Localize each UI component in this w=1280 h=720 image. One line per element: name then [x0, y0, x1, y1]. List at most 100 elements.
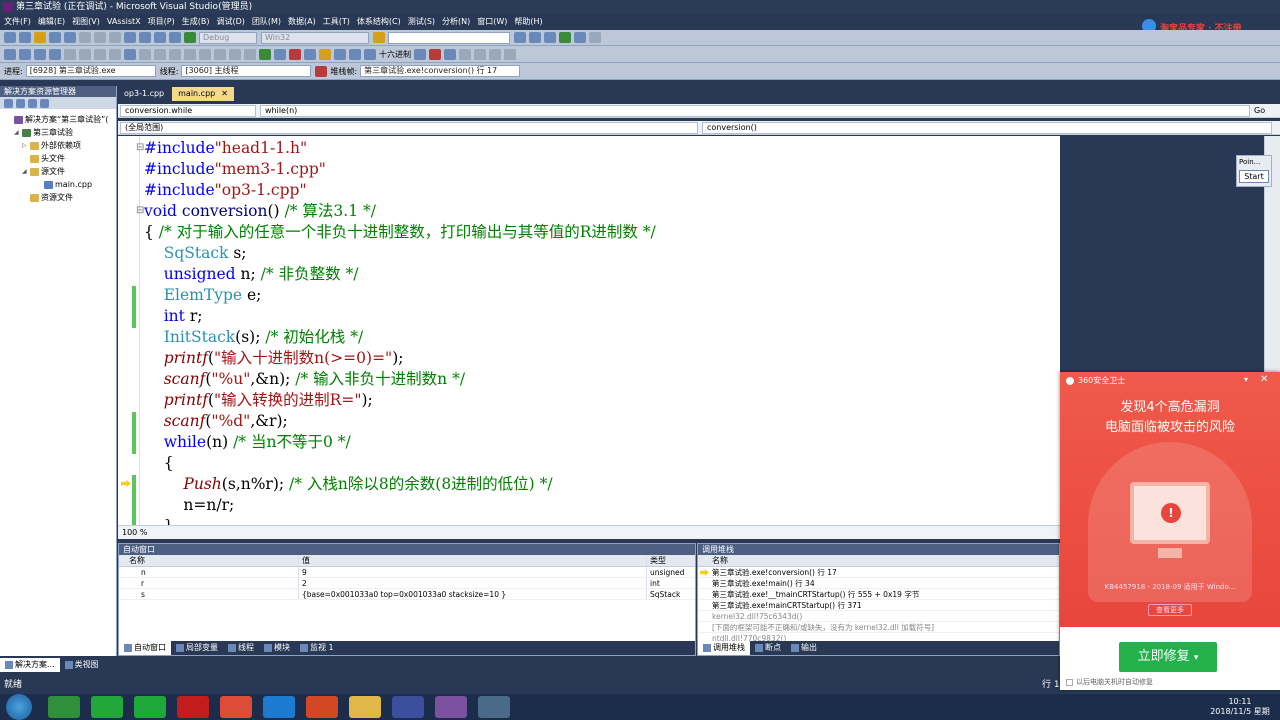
taskbar-powerpoint-icon[interactable] — [306, 696, 338, 718]
popup-more-button[interactable]: 查看更多 — [1148, 604, 1192, 616]
tab-solution-explorer[interactable]: 解决方案... — [0, 658, 60, 672]
tree-item-solution[interactable]: 解决方案“第三章试验”( — [0, 113, 116, 126]
copy-icon[interactable] — [94, 32, 106, 43]
taskbar-video-player-icon[interactable] — [177, 696, 209, 718]
popup-close-icon[interactable]: ✕ — [1260, 374, 1268, 385]
layout-icon-5[interactable] — [199, 48, 211, 60]
menu-test[interactable]: 测试(S) — [408, 14, 435, 30]
hex-display-toggle[interactable]: 十六进制 — [379, 49, 411, 60]
outdent-icon[interactable] — [79, 48, 91, 60]
menu-view[interactable]: 视图(V) — [72, 14, 100, 30]
auto-repair-checkbox[interactable]: 以后电脑关机时自动修复 — [1066, 677, 1153, 687]
paste-icon[interactable] — [109, 32, 121, 43]
debug-layout-icon-3[interactable] — [489, 48, 501, 60]
continue-debug-icon[interactable] — [259, 48, 271, 60]
checkbox-box[interactable] — [1066, 678, 1073, 686]
menu-architecture[interactable]: 体系结构(C) — [357, 14, 401, 30]
stack-frame-select[interactable]: 第三章试验.exe!conversion() 行 17 — [360, 65, 521, 77]
step-into-icon[interactable] — [334, 48, 346, 60]
comment-icon[interactable] — [94, 48, 106, 60]
popup-menu-icon[interactable]: ▾ — [1244, 375, 1248, 384]
menu-team[interactable]: 团队(M) — [252, 14, 281, 30]
undo-icon[interactable] — [124, 32, 136, 43]
tree-item-project[interactable]: ◢ 第三章试验 — [0, 126, 116, 139]
continue-icon[interactable] — [184, 32, 196, 43]
start-button-icon[interactable] — [6, 694, 32, 720]
menu-vassistx[interactable]: VAssistX — [107, 14, 141, 30]
uncomment-icon[interactable] — [109, 48, 121, 60]
toolbar-options-icon[interactable] — [589, 32, 601, 43]
scope-select[interactable]: (全局范围) — [120, 121, 698, 134]
start-page-icon[interactable] — [574, 32, 586, 43]
tree-item-source-files[interactable]: ◢ 源文件 — [0, 165, 116, 178]
table-row[interactable]: r 2 int — [119, 578, 695, 589]
layout-icon-6[interactable] — [214, 48, 226, 60]
taskbar-chrome-icon[interactable] — [220, 696, 252, 718]
solution-explorer-icon[interactable] — [529, 32, 541, 43]
layout-icon-1[interactable] — [139, 48, 151, 60]
properties-icon[interactable] — [4, 98, 13, 108]
taskbar-console-icon[interactable] — [478, 696, 510, 718]
code-editor[interactable]: ⊟ ⊟ #include"head1-1.h" #include"mem3-1.… — [118, 136, 1060, 525]
add-item-icon[interactable] — [19, 32, 31, 43]
list-item[interactable]: kernel32.dll!75c6343d() — [698, 611, 1059, 622]
refresh-icon[interactable] — [28, 98, 37, 108]
step-out-icon[interactable] — [364, 48, 376, 60]
step-over-icon[interactable] — [349, 48, 361, 60]
restart-icon[interactable] — [304, 48, 316, 60]
find-in-files-icon[interactable] — [514, 32, 526, 43]
list-item[interactable]: 第三章试验.exe!conversion() 行 17 — [698, 567, 1059, 578]
menu-data[interactable]: 数据(A) — [288, 14, 316, 30]
member-select[interactable]: conversion() — [702, 121, 1272, 134]
go-button[interactable]: Go — [1254, 106, 1265, 115]
list-item[interactable]: 第三章试验.exe!mainCRTStartup() 行 371 — [698, 600, 1059, 611]
system-clock[interactable]: 10:11 2018/11/5 星期一 — [1210, 697, 1270, 720]
open-file-icon[interactable] — [34, 32, 46, 43]
tab-breakpoints[interactable]: 断点 — [750, 641, 786, 655]
debug-layout-icon-1[interactable] — [459, 48, 471, 60]
menu-file[interactable]: 文件(F) — [4, 14, 31, 30]
list-item[interactable]: 第三章试验.exe!__tmainCRTStartup() 行 555 + 0x… — [698, 589, 1059, 600]
points-start-button[interactable]: Start — [1239, 170, 1269, 183]
definition-select[interactable]: while(n) — [260, 104, 1250, 117]
debug-layout-icon-2[interactable] — [474, 48, 486, 60]
word-complete-icon[interactable] — [49, 48, 61, 60]
properties-icon[interactable] — [544, 32, 556, 43]
layout-icon-8[interactable] — [244, 48, 256, 60]
menu-edit[interactable]: 编辑(E) — [38, 14, 65, 30]
table-row[interactable]: n 9 unsigned — [119, 567, 695, 578]
parameter-info-icon[interactable] — [34, 48, 46, 60]
show-next-statement-icon[interactable] — [319, 48, 331, 60]
tab-op3-1-cpp[interactable]: op3-1.cpp — [118, 87, 170, 101]
context-select[interactable]: conversion.while — [120, 104, 256, 117]
thread-select[interactable]: [3060] 主线程 — [181, 65, 312, 77]
tab-class-view[interactable]: 类视图 — [60, 658, 104, 672]
call-stack-header[interactable]: 名称 — [698, 555, 1059, 567]
taskbar-360-icon[interactable] — [134, 696, 166, 718]
zoom-level[interactable]: 100 % — [122, 528, 147, 537]
navigate-forward-icon[interactable] — [169, 32, 181, 43]
solution-config-select[interactable]: Debug — [199, 31, 257, 44]
debug-layout-icon-4[interactable] — [504, 48, 516, 60]
save-all-icon[interactable] — [64, 32, 76, 43]
show-all-files-icon[interactable] — [16, 98, 25, 108]
tab-output[interactable]: 输出 — [786, 641, 822, 655]
stop-debugging-icon[interactable] — [289, 48, 301, 60]
layout-icon-7[interactable] — [229, 48, 241, 60]
tab-call-stack[interactable]: 调用堆栈 — [698, 641, 750, 655]
quick-info-icon[interactable] — [19, 48, 31, 60]
tab-autos[interactable]: 自动窗口 — [119, 641, 171, 655]
save-icon[interactable] — [49, 32, 61, 43]
editor-gutter[interactable] — [118, 136, 140, 525]
tab-watch-1[interactable]: 监视 1 — [295, 641, 339, 655]
tab-threads[interactable]: 线程 — [223, 641, 259, 655]
taskbar-visual-studio-icon[interactable] — [435, 696, 467, 718]
navigate-back-icon[interactable] — [154, 32, 166, 43]
menu-project[interactable]: 项目(P) — [148, 14, 175, 30]
tab-modules[interactable]: 模块 — [259, 641, 295, 655]
toolbox-icon[interactable] — [559, 32, 571, 43]
taskbar-explorer-icon[interactable] — [349, 696, 381, 718]
redo-icon[interactable] — [139, 32, 151, 43]
process-select[interactable]: [6928] 第三章试验.exe — [25, 65, 156, 77]
layout-icon-2[interactable] — [154, 48, 166, 60]
